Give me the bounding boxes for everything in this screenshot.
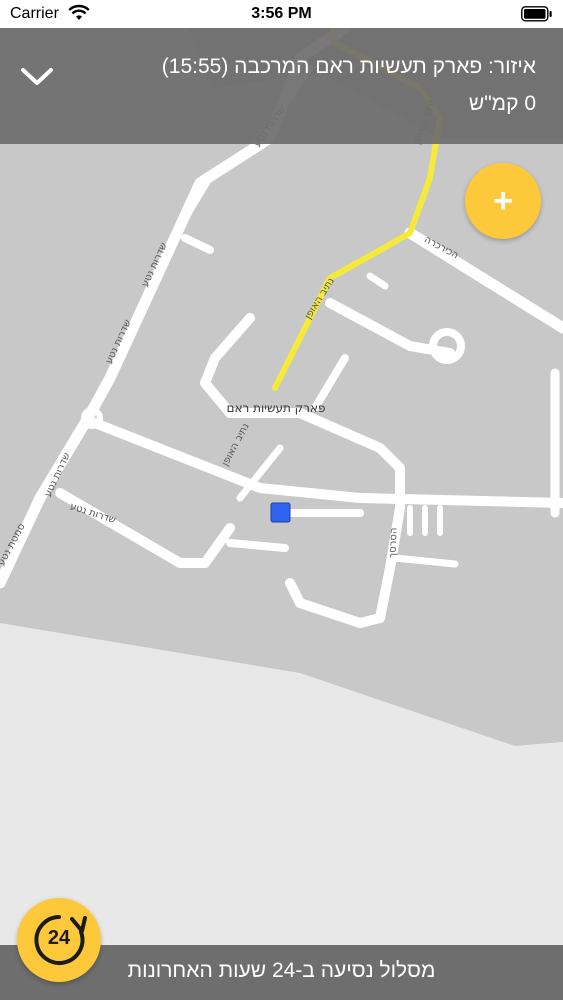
collapse-button[interactable]: [16, 58, 58, 92]
position-marker: [270, 502, 291, 523]
area-title: איזור: פארק תעשיות ראם המרכבה (15:55): [161, 55, 536, 78]
route-history-label: מסלול נסיעה ב-24 שעות האחרונות: [127, 959, 436, 982]
map-canvas[interactable]: פארק תעשיות ראם נתיב האופן נתיב האופן נת…: [0, 28, 563, 945]
map-label-park: פארק תעשיות ראם: [227, 401, 326, 415]
plus-icon: +: [493, 182, 513, 220]
add-button[interactable]: +: [465, 163, 541, 239]
chevron-down-icon: [21, 68, 53, 85]
map-view[interactable]: פארק תעשיות ראם נתיב האופן נתיב האופן נת…: [0, 28, 563, 945]
history-24h-button[interactable]: 24: [17, 898, 101, 982]
battery-icon: [521, 6, 553, 27]
history-24h-label: 24: [47, 927, 71, 949]
status-time: 3:56 PM: [251, 5, 312, 22]
status-bar: Carrier 3:56 PM: [0, 0, 563, 28]
area-info-panel: איזור: פארק תעשיות ראם המרכבה (15:55) 0 …: [0, 28, 563, 144]
speed-readout: 0 קמ"ש: [468, 92, 536, 115]
map-label-haseres: הסרסך: [387, 527, 399, 558]
